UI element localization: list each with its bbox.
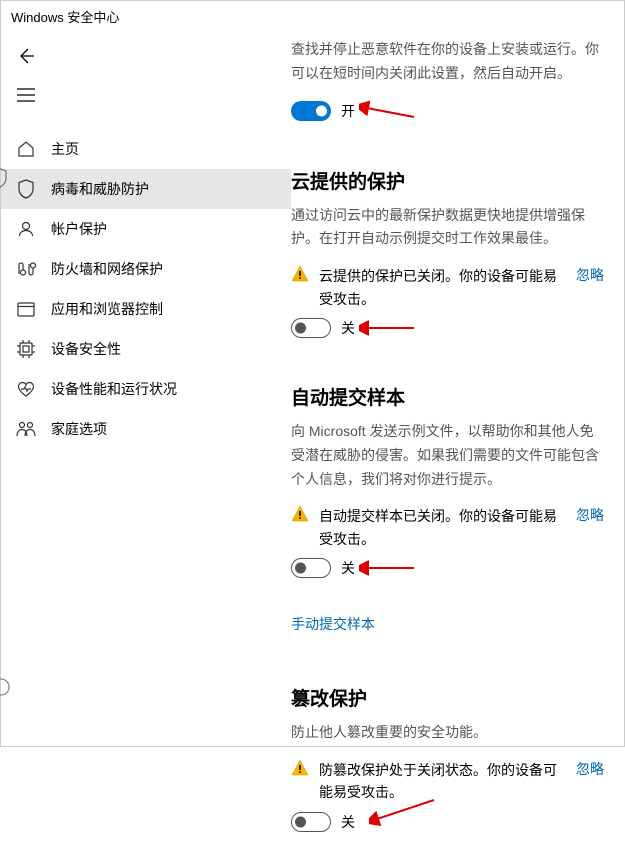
tamper-warning: 防篡改保护处于关闭状态。你的设备可能易受攻击。 [319,759,566,804]
sidebar-item-performance[interactable]: 设备性能和运行状况 [1,369,291,409]
realtime-state: 开 [341,101,355,121]
sample-desc: 向 Microsoft 发送示例文件，以帮助你和其他人免受潜在威胁的侵害。如果我… [291,420,604,491]
sidebar-item-device-security[interactable]: 设备安全性 [1,329,291,369]
sidebar-item-label: 病毒和威胁防护 [51,179,149,199]
realtime-desc: 查找并停止恶意软件在你的设备上安装或运行。你可以在短时间内关闭此设置，然后自动开… [291,38,604,86]
sample-dismiss[interactable]: 忽略 [576,505,604,525]
arrow-annotation-icon [359,318,419,338]
sample-state: 关 [341,558,355,578]
sidebar-item-virus[interactable]: 病毒和威胁防护 [1,169,291,209]
sidebar-item-label: 防火墙和网络保护 [51,259,163,279]
cloud-title: 云提供的保护 [291,167,604,194]
sample-title: 自动提交样本 [291,383,604,410]
cloud-state: 关 [341,318,355,338]
cloud-toggle[interactable] [291,318,331,338]
back-button[interactable] [1,35,291,77]
tamper-dismiss[interactable]: 忽略 [576,759,604,779]
sidebar-item-label: 应用和浏览器控制 [51,299,163,319]
sidebar-item-app[interactable]: 应用和浏览器控制 [1,289,291,329]
warning-icon [291,759,309,777]
sidebar-item-label: 设备安全性 [51,339,121,359]
sidebar-item-family[interactable]: 家庭选项 [1,409,291,449]
warning-icon [291,505,309,523]
menu-button[interactable] [1,77,291,113]
tamper-toggle[interactable] [291,812,331,832]
account-icon [15,220,37,238]
hamburger-icon [15,88,37,102]
tamper-state: 关 [341,812,355,832]
manual-submit-link[interactable]: 手动提交样本 [291,614,375,634]
ellipse-edge-icon [0,677,11,697]
arrow-annotation-icon [359,100,419,122]
sidebar-item-account[interactable]: 帐户保护 [1,209,291,249]
sidebar-item-label: 帐户保护 [51,219,107,239]
heart-icon [15,381,37,397]
sidebar-item-label: 设备性能和运行状况 [51,379,177,399]
cloud-warning: 云提供的保护已关闭。你的设备可能易受攻击。 [319,265,566,310]
window-title: Windows 安全中心 [1,1,624,32]
arrow-annotation-icon [359,558,419,578]
warning-icon [291,265,309,283]
sidebar-item-label: 家庭选项 [51,419,107,439]
content-area: 查找并停止恶意软件在你的设备上安装或运行。你可以在短时间内关闭此设置，然后自动开… [291,32,624,842]
sidebar-item-firewall[interactable]: 防火墙和网络保护 [1,249,291,289]
shield-icon [15,179,37,199]
sidebar: 主页 病毒和威胁防护 帐户保护 防火墙和网络保护 应用和浏览器控制 [1,32,291,842]
home-icon [15,140,37,158]
chip-icon [15,340,37,358]
realtime-toggle[interactable] [291,101,331,121]
sidebar-item-home[interactable]: 主页 [1,129,291,169]
sidebar-item-label: 主页 [51,139,79,159]
tamper-desc: 防止他人篡改重要的安全功能。 [291,721,604,745]
app-browser-icon [15,302,37,317]
back-arrow-icon [15,46,37,66]
family-icon [15,421,37,437]
cloud-dismiss[interactable]: 忽略 [576,265,604,285]
sample-warning: 自动提交样本已关闭。你的设备可能易受攻击。 [319,505,566,550]
firewall-icon [15,261,37,277]
cloud-desc: 通过访问云中的最新保护数据更快地提供增强保护。在打开自动示例提交时工作效果最佳。 [291,204,604,252]
tamper-title: 篡改保护 [291,684,604,711]
sample-toggle[interactable] [291,558,331,578]
